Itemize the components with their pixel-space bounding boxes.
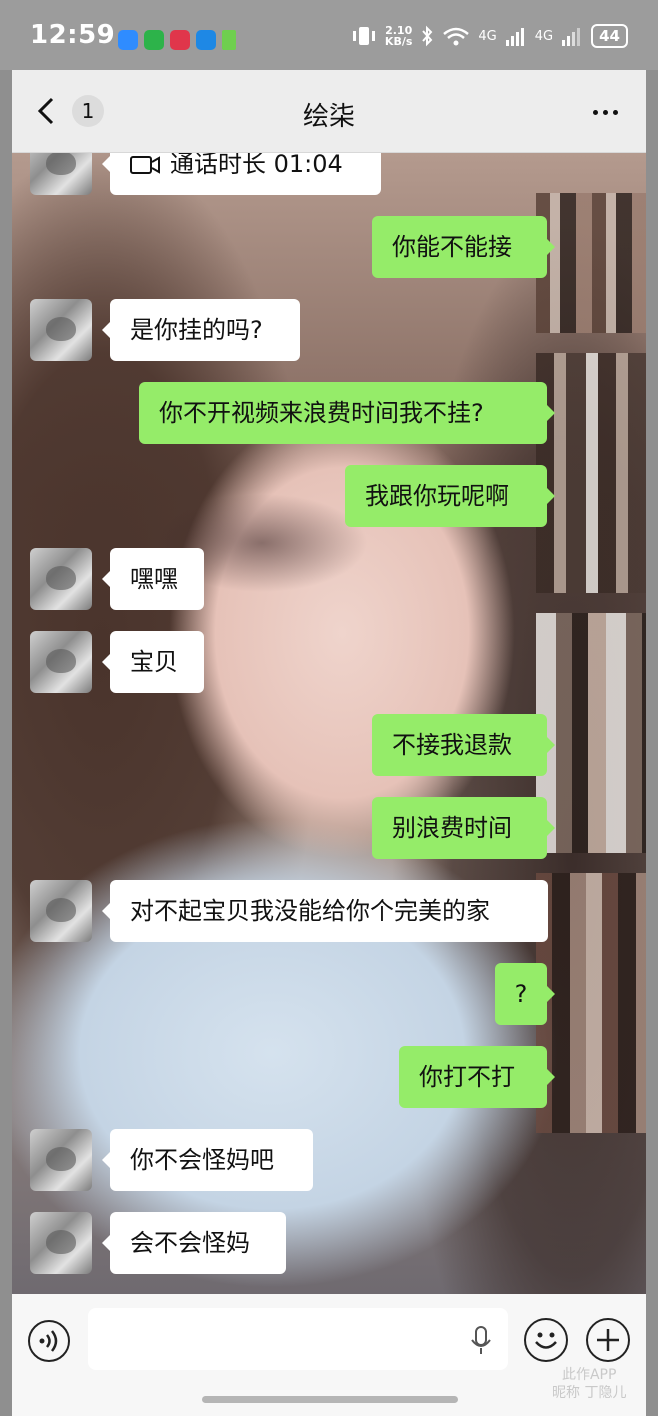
message-text: 不接我退款 bbox=[392, 731, 512, 759]
contact-avatar[interactable] bbox=[30, 153, 92, 195]
background-strip bbox=[536, 353, 646, 593]
wifi-icon bbox=[443, 27, 470, 46]
bluetooth-icon bbox=[422, 25, 433, 47]
signal2-label: 4G bbox=[534, 28, 554, 44]
message-bubble-outgoing[interactable]: 别浪费时间 bbox=[372, 797, 555, 859]
vibrate-icon bbox=[352, 27, 375, 45]
qq-icon bbox=[118, 30, 138, 50]
chat-header: 1 绘柒 bbox=[12, 70, 646, 153]
background-strip bbox=[536, 613, 646, 853]
message-text: 你不开视频来浪费时间我不挂? bbox=[159, 399, 484, 427]
status-bar: 12:59 2.10 KB/s 4G 4G 44 bbox=[0, 0, 658, 70]
battery-level: 44 bbox=[591, 24, 628, 48]
screen: 12:59 2.10 KB/s 4G 4G 44 1 绘柒 通话时长 01:04… bbox=[0, 0, 658, 1416]
signal2-icon bbox=[562, 28, 581, 46]
message-bubble-outgoing[interactable]: ? bbox=[495, 963, 555, 1025]
message-bubble-outgoing[interactable]: 不接我退款 bbox=[372, 714, 555, 776]
contact-avatar[interactable] bbox=[30, 299, 92, 361]
message-text: 我跟你玩呢啊 bbox=[365, 482, 509, 510]
contact-avatar[interactable] bbox=[30, 548, 92, 610]
message-text: 嘿嘿 bbox=[130, 565, 178, 593]
notification-icons bbox=[118, 30, 236, 50]
contact-avatar[interactable] bbox=[30, 631, 92, 693]
emoji-button[interactable] bbox=[524, 1318, 568, 1362]
message-text: 会不会怪妈 bbox=[130, 1229, 250, 1257]
background-strip bbox=[536, 193, 646, 333]
message-input[interactable] bbox=[88, 1308, 508, 1370]
mail-app-icon bbox=[196, 30, 216, 50]
input-bar: 此作APP 昵称 丁隐儿 bbox=[12, 1294, 646, 1416]
video-app-icon bbox=[170, 30, 190, 50]
signal1-label: 4G bbox=[478, 28, 497, 44]
message-text: 你打不打 bbox=[419, 1063, 515, 1091]
message-text: ? bbox=[514, 980, 528, 1008]
right-edge bbox=[646, 70, 658, 1416]
message-bubble-outgoing[interactable]: 你能不能接 bbox=[372, 216, 555, 278]
plus-icon bbox=[597, 1329, 619, 1351]
message-bubble-incoming[interactable]: 宝贝 bbox=[102, 631, 204, 693]
left-edge bbox=[0, 70, 12, 1416]
chat-area[interactable]: 通话时长 01:04 你能不能接 是你挂的吗? 你不开视频来浪费时间我不挂? 我… bbox=[12, 153, 646, 1294]
background-strip bbox=[536, 873, 646, 1133]
more-functions-button[interactable] bbox=[586, 1318, 630, 1362]
message-bubble-incoming[interactable]: 通话时长 01:04 bbox=[102, 153, 381, 195]
contact-avatar[interactable] bbox=[30, 1212, 92, 1274]
home-indicator[interactable] bbox=[202, 1396, 458, 1403]
contact-avatar[interactable] bbox=[30, 880, 92, 942]
message-bubble-incoming[interactable]: 你不会怪妈吧 bbox=[102, 1129, 313, 1191]
more-options-button[interactable] bbox=[593, 110, 618, 115]
message-bubble-incoming[interactable]: 对不起宝贝我没能给你个完美的家 bbox=[102, 880, 548, 942]
emoji-icon bbox=[535, 1332, 557, 1349]
status-right: 2.10 KB/s 4G 4G 44 bbox=[351, 24, 628, 48]
video-call-icon bbox=[130, 156, 160, 174]
message-bubble-outgoing[interactable]: 你不开视频来浪费时间我不挂? bbox=[139, 382, 555, 444]
message-bubble-incoming[interactable]: 会不会怪妈 bbox=[102, 1212, 286, 1274]
message-bubble-incoming[interactable]: 嘿嘿 bbox=[102, 548, 204, 610]
status-time: 12:59 bbox=[30, 20, 116, 50]
message-text: 你不会怪妈吧 bbox=[130, 1146, 274, 1174]
watermark-line2: 昵称 丁隐儿 bbox=[552, 1385, 627, 1401]
message-text: 对不起宝贝我没能给你个完美的家 bbox=[130, 897, 490, 925]
watermark-line1: 此作APP bbox=[561, 1367, 617, 1383]
net-speed-unit: KB/s bbox=[384, 35, 413, 48]
message-bubble-incoming[interactable]: 是你挂的吗? bbox=[102, 299, 300, 361]
message-bubble-outgoing[interactable]: 我跟你玩呢啊 bbox=[345, 465, 555, 527]
voice-toggle-button[interactable] bbox=[28, 1320, 70, 1362]
message-text: 宝贝 bbox=[130, 648, 178, 676]
contact-avatar[interactable] bbox=[30, 1129, 92, 1191]
chat-title: 绘柒 bbox=[302, 102, 355, 132]
watermark: 此作APP 昵称 丁隐儿 bbox=[552, 1366, 626, 1402]
wechat-icon bbox=[144, 30, 164, 50]
message-text: 通话时长 01:04 bbox=[170, 153, 343, 178]
play-icon bbox=[222, 30, 236, 50]
signal1-icon bbox=[505, 28, 524, 46]
voice-icon bbox=[39, 1330, 58, 1352]
message-text: 你能不能接 bbox=[392, 233, 512, 261]
message-text: 别浪费时间 bbox=[392, 814, 512, 842]
message-text: 是你挂的吗? bbox=[130, 316, 263, 344]
net-speed: 2.10 KB/s bbox=[385, 25, 412, 47]
mic-icon[interactable] bbox=[470, 1326, 492, 1356]
message-bubble-outgoing[interactable]: 你打不打 bbox=[399, 1046, 555, 1108]
